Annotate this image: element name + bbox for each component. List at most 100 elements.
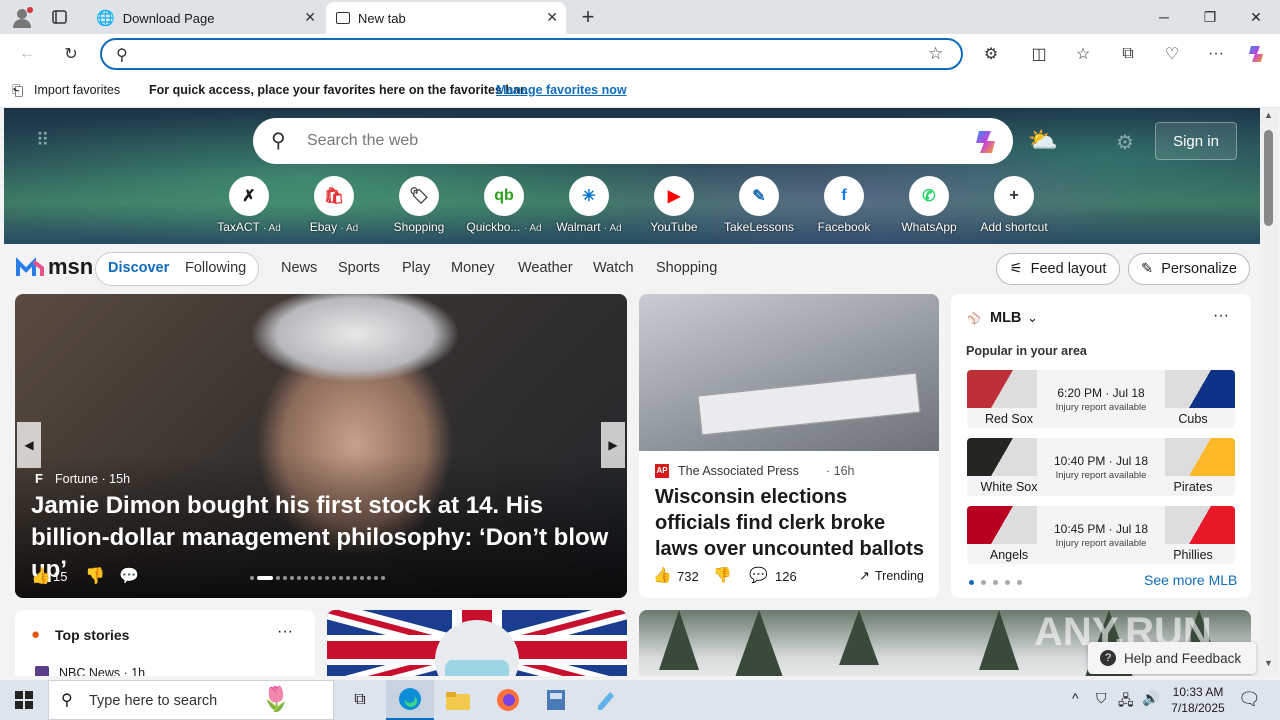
browser-essentials-icon[interactable]: ♡ xyxy=(1159,42,1185,66)
file-explorer-icon[interactable] xyxy=(434,680,482,720)
second-story-card[interactable]: AP The Associated Press · 16h Wisconsin … xyxy=(639,294,939,598)
tab-following[interactable]: Following xyxy=(185,260,246,276)
carousel-dot[interactable] xyxy=(250,576,254,580)
shortcut-whatsapp[interactable]: ✆ WhatsApp xyxy=(889,176,969,234)
sign-in-button[interactable]: Sign in xyxy=(1155,122,1237,160)
shortcut-walmart[interactable]: ✳ Walmart · Ad xyxy=(549,176,629,234)
search-placeholder[interactable]: Search the web xyxy=(307,132,418,150)
nav-news[interactable]: News xyxy=(281,260,317,276)
settings-gear-icon[interactable]: ⚙ xyxy=(1116,130,1134,155)
like-icon[interactable]: 👍 xyxy=(653,566,672,584)
mlb-title[interactable]: MLB xyxy=(990,310,1021,326)
carousel-dot[interactable] xyxy=(332,576,336,580)
top-stories-title[interactable]: Top stories xyxy=(55,627,129,643)
more-options-icon[interactable]: ··· xyxy=(277,623,293,641)
nav-play[interactable]: Play xyxy=(402,260,430,276)
mlb-game-row[interactable]: Angels Phillies 10:45 PM · Jul 18 Injury re… xyxy=(967,506,1235,564)
carousel-dot[interactable] xyxy=(276,576,280,580)
nav-shopping[interactable]: Shopping xyxy=(656,260,717,276)
carousel-prev-button[interactable]: ◀ xyxy=(17,422,41,468)
copilot-icon[interactable] xyxy=(1244,42,1270,66)
mlb-game-row[interactable]: White Sox Pirates 10:40 PM · Jul 18 Injury … xyxy=(967,438,1235,496)
carousel-dot[interactable] xyxy=(290,576,294,580)
show-hidden-icons-icon[interactable]: ^ xyxy=(1072,690,1079,706)
restore-button[interactable]: ❐ xyxy=(1187,0,1233,34)
carousel-dot[interactable] xyxy=(360,576,364,580)
carousel-dot[interactable] xyxy=(304,576,308,580)
close-tab-icon[interactable]: ✕ xyxy=(546,9,558,26)
carousel-dot[interactable] xyxy=(346,576,350,580)
taskbar-search-placeholder[interactable]: Type here to search xyxy=(89,693,217,709)
dislike-icon[interactable]: 👎 xyxy=(713,566,732,584)
carousel-dot[interactable] xyxy=(381,576,385,580)
favorites-icon[interactable]: ☆ xyxy=(1070,42,1096,66)
carousel-dot[interactable] xyxy=(318,576,322,580)
scroll-down-icon[interactable]: ▼ xyxy=(1264,658,1273,668)
chevron-down-icon[interactable]: ⌄ xyxy=(1027,310,1038,326)
start-button[interactable] xyxy=(0,680,48,720)
close-tab-icon[interactable]: ✕ xyxy=(304,9,316,26)
app-taskbar-icon[interactable] xyxy=(532,680,580,720)
carousel-dot[interactable] xyxy=(283,576,287,580)
volume-icon[interactable]: 🔊 xyxy=(1142,690,1159,707)
carousel-dot[interactable] xyxy=(297,576,301,580)
more-icon[interactable]: ··· xyxy=(1203,42,1229,66)
carousel-next-button[interactable]: ▶ xyxy=(601,422,625,468)
mlb-game-row[interactable]: Red Sox Cubs 6:20 PM · Jul 18 Injury report… xyxy=(967,370,1235,428)
nav-weather[interactable]: Weather xyxy=(518,260,573,276)
shortcut-ebay[interactable]: 🛍 Ebay · Ad xyxy=(294,176,374,234)
carousel-dot[interactable] xyxy=(339,576,343,580)
shortcut-add-shortcut[interactable]: + Add shortcut xyxy=(974,176,1054,234)
extensions-icon[interactable]: ⚙ xyxy=(978,42,1004,66)
split-screen-icon[interactable]: ◫ xyxy=(1026,42,1052,66)
new-tab-button[interactable]: + xyxy=(576,4,600,30)
carousel-dot[interactable] xyxy=(311,576,315,580)
shortcut-facebook[interactable]: f Facebook xyxy=(804,176,884,234)
more-options-icon[interactable]: ··· xyxy=(1213,307,1229,325)
address-bar[interactable]: ⚲ ☆ xyxy=(100,38,963,70)
collections-icon[interactable]: ⧉ xyxy=(1115,42,1141,66)
comment-icon[interactable]: 💬 xyxy=(119,566,139,586)
carousel-dot[interactable] xyxy=(374,576,378,580)
scroll-up-icon[interactable]: ▲ xyxy=(1264,110,1273,120)
apps-launcher-icon[interactable]: ⠿ xyxy=(36,130,60,154)
main-story-card[interactable]: ◀ ▶ F Fortune · 15h Jamie Dimon bought h… xyxy=(15,294,627,598)
tab-download-page[interactable]: 🌐 Download Page ✕ xyxy=(86,2,324,34)
import-favorites-button[interactable]: Import favorites xyxy=(34,83,120,97)
tab-actions-icon[interactable] xyxy=(50,8,70,26)
refresh-icon[interactable]: ↻ xyxy=(58,42,84,66)
manage-favorites-link[interactable]: Manage favorites now xyxy=(496,83,627,97)
notifications-icon[interactable]: 🗨 xyxy=(1238,689,1261,710)
msn-logo[interactable]: msn xyxy=(16,254,93,280)
shortcut-youtube[interactable]: ▶ YouTube xyxy=(634,176,714,234)
taskbar-search-box[interactable]: ⚲ Type here to search 🌷 xyxy=(48,680,334,720)
uk-story-card[interactable] xyxy=(327,610,627,676)
like-icon[interactable]: 👍 xyxy=(31,566,51,586)
carousel-dot[interactable] xyxy=(353,576,357,580)
security-icon[interactable]: ⛉ xyxy=(1096,690,1107,707)
mlb-pager-dots[interactable] xyxy=(969,580,1022,585)
nav-sports[interactable]: Sports xyxy=(338,260,380,276)
favorite-star-icon[interactable]: ☆ xyxy=(928,44,943,64)
scroll-thumb[interactable] xyxy=(1264,130,1273,226)
web-search-box[interactable]: ⚲ Search the web xyxy=(253,118,1013,164)
nav-watch[interactable]: Watch xyxy=(593,260,634,276)
carousel-dot[interactable] xyxy=(257,576,273,580)
notes-app-icon[interactable] xyxy=(582,680,630,720)
profile-icon[interactable] xyxy=(10,6,34,28)
tab-discover[interactable]: Discover xyxy=(108,260,169,276)
weather-icon[interactable]: ⛅ xyxy=(1028,126,1058,155)
story-headline[interactable]: Wisconsin elections officials find clerk… xyxy=(655,484,925,562)
clock[interactable]: 10:33 AM 7/18/2025 xyxy=(1166,684,1230,716)
tab-new-tab[interactable]: New tab ✕ xyxy=(326,2,566,34)
page-scrollbar[interactable]: ▲ ▼ xyxy=(1260,108,1278,676)
minimize-button[interactable]: ─ xyxy=(1141,0,1187,34)
task-view-icon[interactable]: ⧉ xyxy=(336,680,384,720)
back-icon[interactable]: ← xyxy=(14,42,40,66)
nav-money[interactable]: Money xyxy=(451,260,495,276)
copilot-search-icon[interactable] xyxy=(971,127,1001,162)
shortcut-quickbo[interactable]: qb Quickbo... · Ad xyxy=(464,176,544,234)
personalize-button[interactable]: ✎ Personalize xyxy=(1128,253,1250,285)
see-more-mlb-link[interactable]: See more MLB xyxy=(1144,572,1237,588)
shortcut-taxact[interactable]: ✗ TaxACT · Ad xyxy=(209,176,289,234)
